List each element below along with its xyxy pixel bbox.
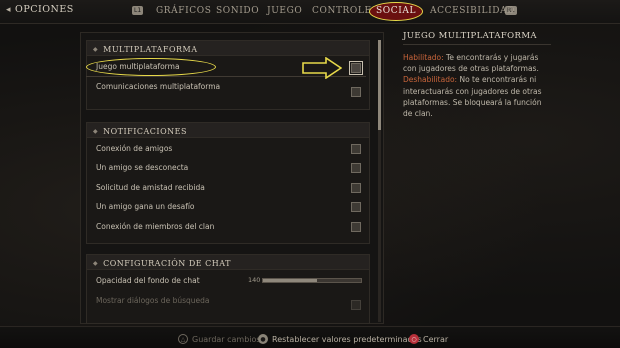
option-label: Conexión de miembros del clan <box>96 222 215 231</box>
disabled-label: Deshabilitado: <box>403 75 458 85</box>
option-label: Solicitud de amistad recibida <box>96 183 205 192</box>
checkbox-conexion-clan[interactable] <box>351 222 361 232</box>
window-title[interactable]: ◂ OPCIONES <box>6 4 74 15</box>
checkbox-solicitud-amistad[interactable] <box>351 183 361 193</box>
slider-fill <box>263 279 317 282</box>
info-divider <box>403 44 551 45</box>
pointer-arrow-icon <box>302 57 342 79</box>
reset-label: Restablecer valores predeterminados <box>272 334 422 344</box>
tab-social[interactable]: SOCIAL <box>369 2 424 21</box>
reset-defaults-button[interactable]: ● Restablecer valores predeterminados <box>258 334 422 344</box>
info-title: JUEGO MULTIPLATAFORMA <box>403 31 537 41</box>
back-arrow-icon[interactable]: ◂ <box>6 5 11 15</box>
option-label: Un amigo gana un desafío <box>96 202 195 211</box>
l1-hint-icon: L1 <box>132 6 144 15</box>
tab-juego[interactable]: JUEGO <box>267 4 302 20</box>
options-button-icon: ● <box>258 334 268 344</box>
close-label: Cerrar <box>423 334 449 344</box>
top-bar: ◂ OPCIONES L1 R1 GRÁFICOS SONIDO JUEGO C… <box>0 0 620 24</box>
checkbox-conexion-amigos[interactable] <box>351 144 361 154</box>
save-label: Guardar cambios <box>192 334 261 344</box>
option-label: Mostrar diálogos de búsqueda <box>96 296 210 305</box>
title-text: OPCIONES <box>15 4 74 15</box>
section-header: ◆ MULTIPLATAFORMA <box>87 41 369 56</box>
highlight-ellipse <box>86 58 216 76</box>
slider-value: 140 <box>248 276 261 284</box>
opacity-slider[interactable] <box>262 278 362 283</box>
option-amigo-desafio[interactable]: Un amigo gana un desafío <box>96 202 368 211</box>
checkbox-mostrar-dialogos[interactable] <box>351 300 361 310</box>
section-bullet-icon: ◆ <box>93 128 99 135</box>
tab-accesibilidad[interactable]: ACCESIBILIDAD <box>430 4 515 20</box>
checkbox-comunicaciones-multiplataforma[interactable] <box>351 87 361 97</box>
option-label: Conexión de amigos <box>96 144 173 153</box>
info-description: Habilitado: Te encontrarás y jugarás con… <box>403 52 551 119</box>
tab-sonido[interactable]: SONIDO <box>216 4 259 20</box>
checkbox-juego-multiplataforma[interactable] <box>349 61 363 75</box>
option-label: Opacidad del fondo de chat <box>96 276 200 285</box>
section-bullet-icon: ◆ <box>93 46 99 53</box>
section-bullet-icon: ◆ <box>93 260 99 267</box>
scrollbar-thumb[interactable] <box>378 40 381 130</box>
section-header: ◆ NOTIFICACIONES <box>87 123 369 138</box>
option-amigo-desconecta[interactable]: Un amigo se desconecta <box>96 163 368 172</box>
section-title: CONFIGURACIÓN DE CHAT <box>103 259 231 268</box>
circle-button-icon: ○ <box>409 334 419 344</box>
option-label: Un amigo se desconecta <box>96 163 189 172</box>
section-title: MULTIPLATAFORMA <box>103 45 198 54</box>
option-solicitud-amistad[interactable]: Solicitud de amistad recibida <box>96 183 368 192</box>
option-conexion-clan[interactable]: Conexión de miembros del clan <box>96 222 368 231</box>
save-button[interactable]: △ Guardar cambios <box>178 334 261 344</box>
tab-graficos[interactable]: GRÁFICOS <box>156 4 212 20</box>
close-button[interactable]: ○ Cerrar <box>409 334 448 344</box>
enabled-label: Habilitado: <box>403 53 444 62</box>
section-header: ◆ CONFIGURACIÓN DE CHAT <box>87 255 369 270</box>
footer-bar: △ Guardar cambios ● Restablecer valores … <box>0 326 620 348</box>
option-mostrar-dialogos[interactable]: Mostrar diálogos de búsqueda <box>96 296 368 305</box>
triangle-button-icon: △ <box>178 334 188 344</box>
option-comunicaciones-multiplataforma[interactable]: Comunicaciones multiplataforma <box>96 82 246 92</box>
checkbox-amigo-desconecta[interactable] <box>351 163 361 173</box>
option-label: Comunicaciones multiplataforma <box>96 82 221 91</box>
checkbox-amigo-desafio[interactable] <box>351 202 361 212</box>
section-title: NOTIFICACIONES <box>103 127 187 136</box>
section-configuracion-chat: ◆ CONFIGURACIÓN DE CHAT <box>86 254 370 324</box>
option-conexion-amigos[interactable]: Conexión de amigos <box>96 144 368 153</box>
